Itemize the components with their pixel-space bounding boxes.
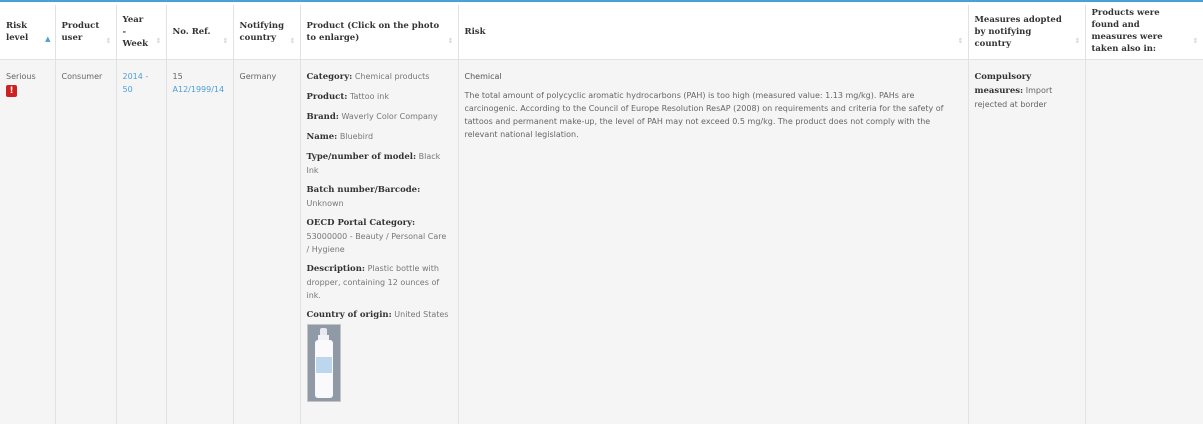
header-product[interactable]: Product (Click on the photo to enlarge) ⇕ — [300, 5, 459, 60]
cell-risk-level: Serious ! — [0, 59, 56, 424]
category-field: Category: Chemical products — [307, 70, 452, 84]
notifying-country-text: Germany — [239, 72, 277, 81]
sort-icon[interactable]: ⇕ — [156, 35, 162, 47]
cell-product-user: Consumer — [55, 59, 117, 424]
header-label: Risk level — [6, 21, 29, 43]
header-label: Measures adopted by notifying country — [974, 15, 1062, 49]
header-no-ref[interactable]: No. Ref. ⇕ — [166, 5, 234, 60]
field-label: Description: — [306, 264, 366, 274]
ref-link[interactable]: A12/1999/14 — [173, 85, 225, 94]
header-label: Year - Week — [122, 15, 149, 49]
header-measures[interactable]: Measures adopted by notifying country ⇕ — [968, 5, 1086, 60]
header-label: No. Ref. — [172, 27, 211, 37]
table-row: Serious ! Consumer 2014 - 50 15 A12/1999… — [0, 59, 1203, 424]
field-label: Name: — [306, 132, 338, 142]
field-label: Category: — [306, 72, 353, 82]
field-value: 53000000 - Beauty / Personal Care / Hygi… — [306, 232, 447, 254]
risk-description: The total amount of polycyclic aromatic … — [464, 91, 944, 139]
header-label: Product user — [61, 21, 100, 43]
product-user-text: Consumer — [61, 72, 103, 81]
oecd-field: OECD Portal Category: 53000000 - Beauty /… — [307, 216, 452, 256]
header-label: Risk — [464, 27, 486, 37]
field-label: Type/number of model: — [306, 152, 417, 162]
sort-icon[interactable]: ⇕ — [958, 35, 964, 47]
header-products-found[interactable]: Products were found and measures were ta… — [1085, 5, 1203, 60]
field-value: Unknown — [306, 199, 344, 208]
field-label: Brand: — [306, 112, 339, 122]
sort-icon[interactable]: ⇕ — [106, 35, 112, 47]
header-label: Product (Click on the photo to enlarge) — [306, 21, 440, 43]
bottle-label — [315, 357, 332, 373]
risk-type: Chemical — [464, 72, 502, 81]
cell-no-ref: 15 A12/1999/14 — [166, 59, 234, 424]
top-accent-line — [0, 0, 1203, 2]
ref-number: 15 — [172, 72, 183, 81]
name-field: Name: Bluebird — [307, 130, 452, 144]
header-label: Products were found and measures were ta… — [1091, 8, 1163, 54]
cell-year-week: 2014 - 50 — [116, 59, 167, 424]
field-value: Chemical products — [354, 72, 430, 81]
header-product-user[interactable]: Product user ⇕ — [55, 5, 117, 60]
header-notifying-country[interactable]: Notifying country ⇕ — [233, 5, 301, 60]
sort-icon[interactable]: ⇕ — [1075, 35, 1081, 47]
sort-icon[interactable]: ⇕ — [290, 35, 296, 47]
field-label: OECD Portal Category: — [306, 218, 416, 228]
header-label: Notifying country — [239, 21, 285, 43]
product-field: Product: Tattoo ink — [307, 90, 452, 104]
cell-measures: Compulsory measures: Import rejected at … — [968, 59, 1086, 424]
cell-risk: Chemical The total amount of polycyclic … — [458, 59, 969, 424]
header-risk-level[interactable]: Risk level ▲ — [0, 5, 56, 60]
type-field: Type/number of model: Black Ink — [307, 150, 452, 177]
header-row: Risk level ▲ Product user ⇕ Year - Week ⇕ N… — [0, 5, 1203, 60]
sort-icon[interactable]: ⇕ — [448, 35, 454, 47]
header-year-week[interactable]: Year - Week ⇕ — [116, 5, 167, 60]
measures-label-text: Compulsory measures: — [974, 72, 1032, 96]
header-risk[interactable]: Risk ⇕ — [458, 5, 969, 60]
measures-text: Compulsory measures: Import rejected at … — [975, 70, 1079, 111]
risk-level-text: Serious — [6, 72, 36, 81]
field-label: Batch number/Barcode: — [306, 185, 421, 195]
alerts-table: Risk level ▲ Product user ⇕ Year - Week ⇕ N… — [0, 5, 1203, 424]
origin-field: Country of origin: United States — [307, 308, 452, 322]
field-value: Tattoo ink — [349, 92, 389, 101]
measures-label: Compulsory measures: — [974, 72, 1032, 96]
sort-asc-icon[interactable]: ▲ — [45, 33, 50, 45]
field-label: Product: — [306, 92, 348, 102]
serious-risk-icon: ! — [6, 85, 17, 97]
cell-products-found — [1085, 59, 1203, 424]
field-value: United States — [394, 310, 449, 319]
sort-icon[interactable]: ⇕ — [1193, 35, 1199, 47]
brand-field: Brand: Waverly Color Company — [307, 110, 452, 124]
sort-icon[interactable]: ⇕ — [223, 35, 229, 47]
batch-field: Batch number/Barcode: Unknown — [307, 183, 452, 210]
year-week-link[interactable]: 2014 - 50 — [123, 72, 149, 94]
field-value: Bluebird — [339, 132, 374, 141]
description-field: Description: Plastic bottle with dropper… — [307, 262, 452, 302]
field-label: Country of origin: — [306, 310, 392, 320]
cell-notifying-country: Germany — [233, 59, 301, 424]
cell-product: Category: Chemical products Product: Tat… — [300, 59, 459, 424]
field-value: Waverly Color Company — [341, 112, 438, 121]
product-photo[interactable] — [306, 324, 341, 402]
